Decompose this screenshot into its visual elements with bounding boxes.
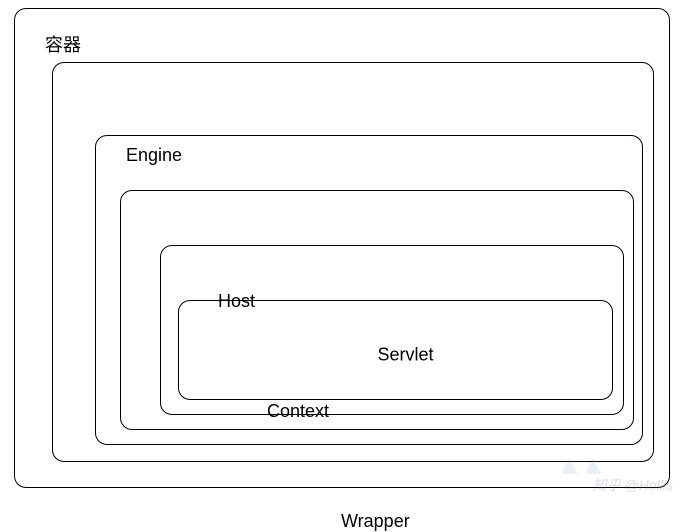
servlet-box: Servlet bbox=[178, 300, 613, 400]
servlet-label: Servlet bbox=[377, 345, 433, 366]
container-label: 容器 bbox=[45, 31, 81, 57]
watermark-text: 知乎 @Hollis bbox=[593, 475, 673, 495]
wrapper-label: Wrapper bbox=[341, 511, 410, 532]
